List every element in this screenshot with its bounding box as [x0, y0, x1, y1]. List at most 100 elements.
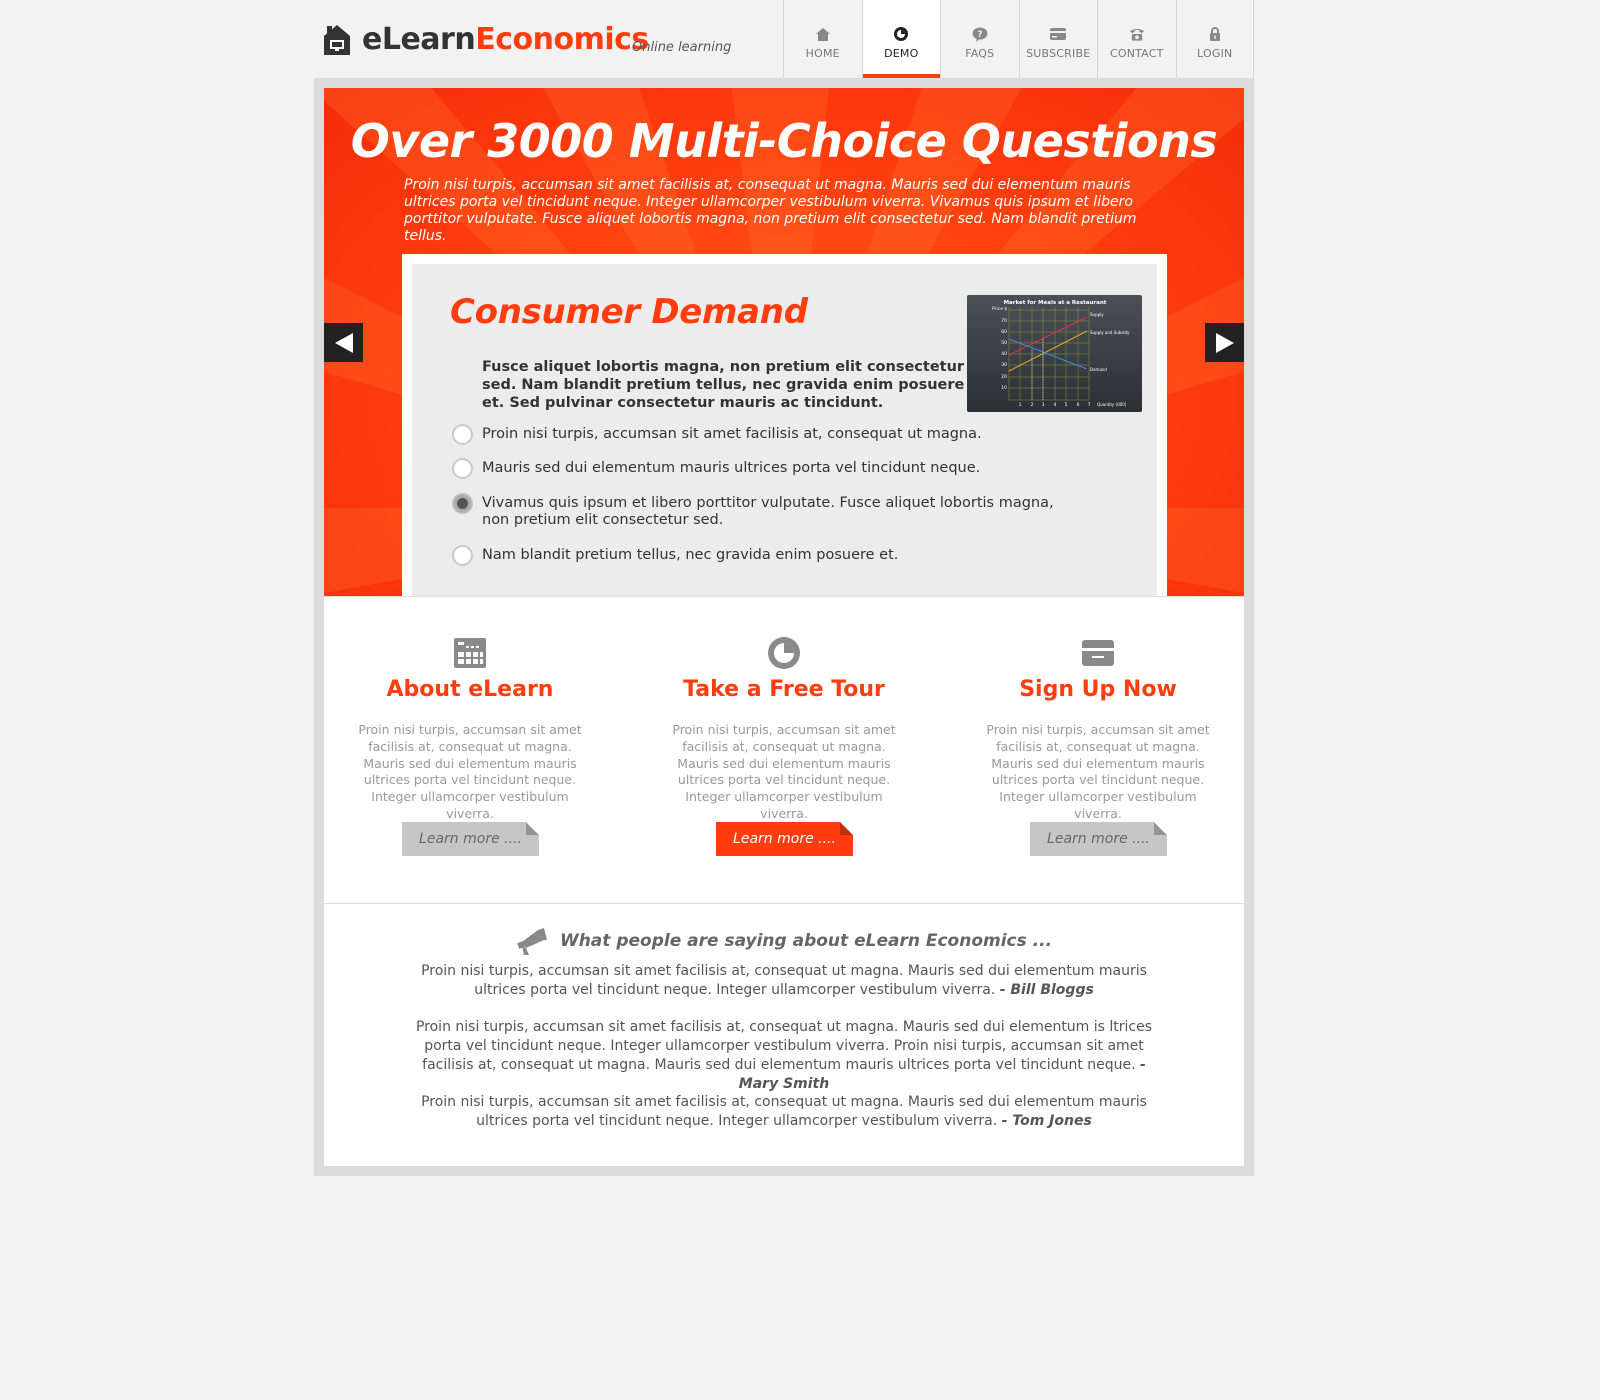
feature-title: Sign Up Now	[1019, 677, 1177, 702]
nav-label: CONTACT	[1109, 47, 1164, 60]
answer-text: Mauris sed dui elementum mauris ultrices…	[482, 460, 981, 476]
chart-thumb-xtick: 3	[1042, 402, 1045, 408]
testimonials-heading: What people are saying about eLearn Econ…	[324, 926, 1244, 956]
learn-more-button[interactable]: Learn more ....	[1030, 822, 1167, 856]
demand-chart-thumbnail[interactable]: Market for Meals at a Restaurant Price $…	[967, 295, 1142, 412]
quiz-card-body: Consumer Demand Fusce aliquet lobortis m…	[412, 264, 1157, 596]
chart-thumb-ytick: 70	[1001, 318, 1007, 324]
content-inner: Over 3000 Multi-Choice Questions Proin n…	[324, 88, 1244, 1166]
quote-author: - Tom Jones	[1001, 1113, 1092, 1129]
radio-button[interactable]	[452, 545, 473, 566]
nav-item-faqs[interactable]: ? FAQS	[940, 0, 1019, 78]
feature-title: About eLearn	[386, 677, 554, 702]
answer-option[interactable]: Vivamus quis ipsum et libero porttitor v…	[452, 493, 1092, 529]
nav-label: DEMO	[884, 47, 919, 60]
testimonial-quote: Proin nisi turpis, accumsan sit amet fac…	[404, 1093, 1164, 1131]
tagline: Online learning	[632, 40, 732, 55]
demand-chart-image: Market for Meals at a Restaurant Price $…	[967, 295, 1142, 412]
chart-thumb-series-label: Supply and Subsidy	[1090, 330, 1130, 335]
testimonials-section: What people are saying about eLearn Econ…	[324, 904, 1244, 1166]
chart-thumb-xtick: 5	[1065, 402, 1068, 408]
arrow-right-icon	[1215, 332, 1234, 353]
quiz-card: Consumer Demand Fusce aliquet lobortis m…	[402, 254, 1167, 596]
corner-fold-shadow	[840, 822, 853, 835]
demo-icon	[893, 26, 909, 42]
tour-icon	[767, 636, 801, 670]
chart-thumb-ytick: 30	[1001, 362, 1007, 368]
answer-option[interactable]: Proin nisi turpis, accumsan sit amet fac…	[452, 424, 1092, 445]
feature-text: Proin nisi turpis, accumsan sit amet fac…	[672, 722, 896, 821]
site-header: eLearnEconomics Online learning HOME DEM…	[314, 0, 1254, 78]
chart-thumb-xtick: 4	[1054, 402, 1057, 408]
chart-thumb-xtick: 6	[1077, 402, 1080, 408]
site-logo[interactable]: eLearnEconomics	[322, 22, 649, 57]
answer-option[interactable]: Mauris sed dui elementum mauris ultrices…	[452, 458, 1092, 479]
chart-thumb-title: Market for Meals at a Restaurant	[1004, 300, 1107, 306]
feature-text: Proin nisi turpis, accumsan sit amet fac…	[986, 722, 1210, 821]
chart-thumb-ytick: 20	[1001, 374, 1007, 380]
corner-fold-shadow	[526, 822, 539, 835]
nav-label: SUBSCRIBE	[1026, 47, 1091, 60]
learn-more-button[interactable]: Learn more ....	[716, 822, 853, 856]
chart-thumb-ytick: 10	[1001, 385, 1007, 391]
radio-button[interactable]	[452, 458, 473, 479]
answer-text: Proin nisi turpis, accumsan sit amet fac…	[482, 426, 982, 442]
main-nav: HOME DEMO ? FAQS SUBSCRIBE CONTACT LOGIN	[783, 0, 1254, 78]
nav-item-subscribe[interactable]: SUBSCRIBE	[1018, 0, 1097, 78]
chart-thumb-ytick: 60	[1001, 329, 1007, 335]
quote-text: Proin nisi turpis, accumsan sit amet fac…	[415, 1019, 1153, 1073]
answer-option[interactable]: Nam blandit pretium tellus, nec gravida …	[452, 545, 1092, 566]
testimonial-quote: Proin nisi turpis, accumsan sit amet fac…	[404, 962, 1164, 1000]
corner-fold-shadow	[1154, 822, 1167, 835]
nav-label: LOGIN	[1197, 47, 1233, 60]
nav-item-demo[interactable]: DEMO	[861, 0, 940, 78]
chart-thumb-series-label: Demand	[1090, 367, 1107, 372]
radio-button[interactable]	[452, 424, 473, 445]
hero-text: Proin nisi turpis, accumsan sit amet fac…	[404, 177, 1137, 244]
faq-bubble-icon: ?	[972, 26, 988, 42]
chart-thumb-xtick: 2	[1031, 402, 1034, 408]
answer-text: Nam blandit pretium tellus, nec gravida …	[482, 547, 899, 563]
hero-title: Over 3000 Multi-Choice Questions	[350, 114, 1218, 168]
testimonials-title: What people are saying about eLearn Econ…	[559, 931, 1053, 951]
learn-more-label: Learn more ....	[733, 831, 836, 847]
nav-label: HOME	[805, 47, 840, 60]
chart-thumb-xlabel: Quantity (000)	[1097, 402, 1127, 407]
chart-thumb-xtick: 1	[1019, 402, 1022, 408]
learn-more-button[interactable]: Learn more ....	[402, 822, 539, 856]
chart-thumb-xtick: 7	[1088, 402, 1091, 408]
home-icon	[815, 26, 831, 42]
nav-label: FAQS	[965, 47, 995, 60]
logo-text-part1: eLearn	[362, 22, 476, 57]
quiz-question: Fusce aliquet lobortis magna, non pretiu…	[482, 359, 965, 411]
features-section: About eLearn Proin nisi turpis, accumsan…	[324, 596, 1244, 904]
chart-thumb-ytick: 50	[1001, 340, 1007, 346]
quote-author: - Bill Bloggs	[999, 982, 1094, 998]
feature-text: Proin nisi turpis, accumsan sit amet fac…	[358, 722, 582, 821]
house-computer-icon	[322, 23, 352, 57]
learn-more-label: Learn more ....	[1047, 831, 1150, 847]
arrow-left-icon	[334, 332, 353, 353]
card-icon	[1081, 636, 1115, 670]
answer-text: Vivamus quis ipsum et libero porttitor v…	[482, 495, 1054, 528]
feature-title: Take a Free Tour	[683, 677, 885, 702]
content-frame: Over 3000 Multi-Choice Questions Proin n…	[314, 78, 1254, 1176]
lock-icon	[1207, 26, 1223, 42]
nav-item-contact[interactable]: CONTACT	[1097, 0, 1176, 78]
hero-slider: Over 3000 Multi-Choice Questions Proin n…	[324, 88, 1244, 596]
nav-item-login[interactable]: LOGIN	[1175, 0, 1254, 78]
megaphone-icon	[517, 928, 547, 955]
card-icon	[1050, 26, 1067, 42]
quiz-title: Consumer Demand	[450, 292, 808, 332]
chart-thumb-ylabel: Price $	[992, 306, 1007, 312]
logo-text: eLearnEconomics	[362, 22, 649, 57]
nav-item-home[interactable]: HOME	[783, 0, 862, 78]
radio-button-selected[interactable]	[452, 493, 473, 514]
slider-prev-button[interactable]	[324, 323, 363, 362]
chart-thumb-series-label: Supply	[1090, 312, 1104, 317]
slider-next-button[interactable]	[1205, 323, 1244, 362]
testimonial-quote: Proin nisi turpis, accumsan sit amet fac…	[404, 1018, 1164, 1094]
learn-more-label: Learn more ....	[419, 831, 522, 847]
logo-text-part2: Economics	[475, 22, 649, 57]
calculator-icon	[453, 636, 487, 670]
